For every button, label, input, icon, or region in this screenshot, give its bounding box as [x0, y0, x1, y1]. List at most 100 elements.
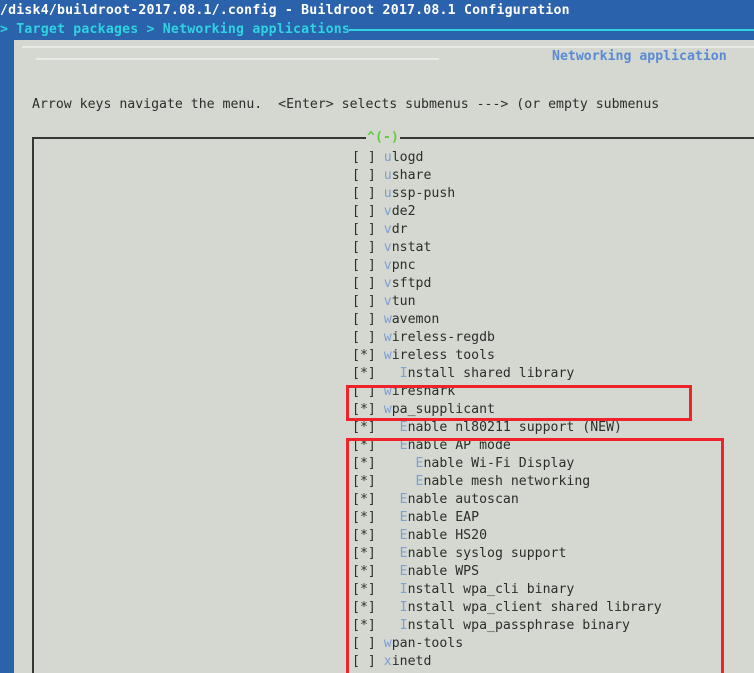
menu-item-checkbox[interactable]: [*]	[352, 492, 376, 507]
menu-item-hotkey: E	[399, 510, 408, 525]
menu-item-label: nstall wpa_cli binary	[407, 582, 575, 597]
menu-item-label: nable mesh networking	[423, 474, 591, 489]
menu-item[interactable]: [ ] vnstat	[352, 239, 662, 257]
menu-item-checkbox[interactable]: [ ]	[352, 330, 376, 345]
menu-item[interactable]: [ ] vtun	[352, 293, 662, 311]
menu-item-indent	[376, 600, 400, 615]
menu-item[interactable]: [ ] vsftpd	[352, 275, 662, 293]
menu-item[interactable]: [*] Enable autoscan	[352, 491, 662, 509]
menu-item-checkbox[interactable]: [ ]	[352, 384, 376, 399]
menu-item-checkbox[interactable]: [*]	[352, 528, 376, 543]
menu-item[interactable]: [*] Enable WPS	[352, 563, 662, 581]
menu-item-checkbox[interactable]: [ ]	[352, 168, 376, 183]
menu-item-indent	[376, 222, 384, 237]
menu-item-checkbox[interactable]: [ ]	[352, 654, 376, 669]
menu-item-indent	[376, 330, 384, 345]
menu-item[interactable]: [*] Install shared library	[352, 365, 662, 383]
menu-item-checkbox[interactable]: [*]	[352, 564, 376, 579]
menu-item[interactable]: [ ] wireless-regdb	[352, 329, 662, 347]
menu-item-checkbox[interactable]: [ ]	[352, 294, 376, 309]
menu-item-checkbox[interactable]: [ ]	[352, 186, 376, 201]
menu-item-checkbox[interactable]: [*]	[352, 420, 376, 435]
menu-item[interactable]: [*] Enable Wi-Fi Display	[352, 455, 662, 473]
menu-item-hotkey: v	[383, 240, 392, 255]
menu-item[interactable]: [ ] xinetd	[352, 653, 662, 671]
menu-item-checkbox[interactable]: [*]	[352, 366, 376, 381]
menu-item-hotkey: v	[383, 222, 392, 237]
menu-item[interactable]: [ ] vde2	[352, 203, 662, 221]
menu-item[interactable]: [ ] wavemon	[352, 311, 662, 329]
menu-item-label: ireless tools	[391, 348, 495, 363]
menu-item-label: nstat	[391, 240, 432, 255]
menu-item-indent	[376, 618, 400, 633]
menu-item-hotkey: w	[383, 312, 392, 327]
menu-item-checkbox[interactable]: [ ]	[352, 204, 376, 219]
menu-item[interactable]: [*] Enable AP mode	[352, 437, 662, 455]
menu-item[interactable]: [*] Enable mesh networking	[352, 473, 662, 491]
menu-item-checkbox[interactable]: [*]	[352, 618, 376, 633]
menu-item[interactable]: [*] wireless tools	[352, 347, 662, 365]
menu-item[interactable]: [*] Install wpa_passphrase binary	[352, 617, 662, 635]
menu-item-checkbox[interactable]: [*]	[352, 438, 376, 453]
menu-item-label: share	[391, 168, 432, 183]
menu-item[interactable]: [ ] ulogd	[352, 149, 662, 167]
menu-list[interactable]: [ ] ulogd[ ] ushare[ ] ussp-push[ ] vde2…	[352, 149, 662, 671]
menu-item-checkbox[interactable]: [ ]	[352, 312, 376, 327]
menu-item-hotkey: x	[383, 654, 392, 669]
menu-item-checkbox[interactable]: [ ]	[352, 240, 376, 255]
menu-item-hotkey: v	[383, 204, 392, 219]
menu-item-checkbox[interactable]: [ ]	[352, 222, 376, 237]
menu-item[interactable]: [ ] vpnc	[352, 257, 662, 275]
menu-item-checkbox[interactable]: [*]	[352, 402, 376, 417]
menu-item-label: nable syslog support	[407, 546, 567, 561]
menu-item-label: ssp-push	[391, 186, 456, 201]
scroll-up-indicator[interactable]: ^(-)	[366, 129, 400, 147]
menu-item-indent	[376, 636, 384, 651]
menu-item[interactable]: [*] wpa_supplicant	[352, 401, 662, 419]
menu-item[interactable]: [*] Install wpa_cli binary	[352, 581, 662, 599]
menu-item-indent	[376, 384, 384, 399]
menu-item[interactable]: [*] Install wpa_client shared library	[352, 599, 662, 617]
menu-item-hotkey: I	[399, 618, 408, 633]
menu-item-hotkey: E	[399, 420, 408, 435]
menu-item-checkbox[interactable]: [*]	[352, 510, 376, 525]
menu-item-checkbox[interactable]: [*]	[352, 546, 376, 561]
menu-item-checkbox[interactable]: [ ]	[352, 276, 376, 291]
menu-item-hotkey: I	[399, 366, 408, 381]
menu-item-hotkey: v	[383, 258, 392, 273]
menu-item[interactable]: [ ] ushare	[352, 167, 662, 185]
menu-item-indent	[376, 564, 400, 579]
menu-item-hotkey: E	[399, 546, 408, 561]
menu-item[interactable]: [*] Enable nl80211 support (NEW)	[352, 419, 662, 437]
menu-item[interactable]: [*] Enable syslog support	[352, 545, 662, 563]
menu-item-indent	[376, 240, 384, 255]
breadcrumb-rule	[349, 29, 754, 31]
menu-item-hotkey: v	[383, 276, 392, 291]
menu-item-label: ireshark	[391, 384, 456, 399]
menu-item-label: nable nl80211 support (NEW)	[407, 420, 622, 435]
menu-item[interactable]: [ ] ussp-push	[352, 185, 662, 203]
menu-item-indent	[376, 420, 400, 435]
menu-item[interactable]: [ ] wireshark	[352, 383, 662, 401]
menu-item-checkbox[interactable]: [*]	[352, 348, 376, 363]
menu-item[interactable]: [*] Enable EAP	[352, 509, 662, 527]
menu-item-checkbox[interactable]: [ ]	[352, 150, 376, 165]
menu-item-indent	[376, 654, 384, 669]
menu-item[interactable]: [ ] wpan-tools	[352, 635, 662, 653]
menu-item-checkbox[interactable]: [*]	[352, 582, 376, 597]
menu-item[interactable]: [ ] vdr	[352, 221, 662, 239]
menu-item-checkbox[interactable]: [*]	[352, 600, 376, 615]
menu-item-indent	[376, 312, 384, 327]
menu-item-checkbox[interactable]: [*]	[352, 456, 376, 471]
menu-item-label: sftpd	[391, 276, 432, 291]
menu-item-checkbox[interactable]: [*]	[352, 474, 376, 489]
menu-item-hotkey: w	[383, 402, 392, 417]
menu-item-label: pa_supplicant	[391, 402, 495, 417]
menu-item-hotkey: E	[399, 438, 408, 453]
menu-item[interactable]: [*] Enable HS20	[352, 527, 662, 545]
menu-item-checkbox[interactable]: [ ]	[352, 636, 376, 651]
menu-item-checkbox[interactable]: [ ]	[352, 258, 376, 273]
menu-item-label: nable AP mode	[407, 438, 511, 453]
menu-item-hotkey: u	[383, 168, 392, 183]
config-dialog: Networking application Arrow keys naviga…	[14, 40, 754, 673]
